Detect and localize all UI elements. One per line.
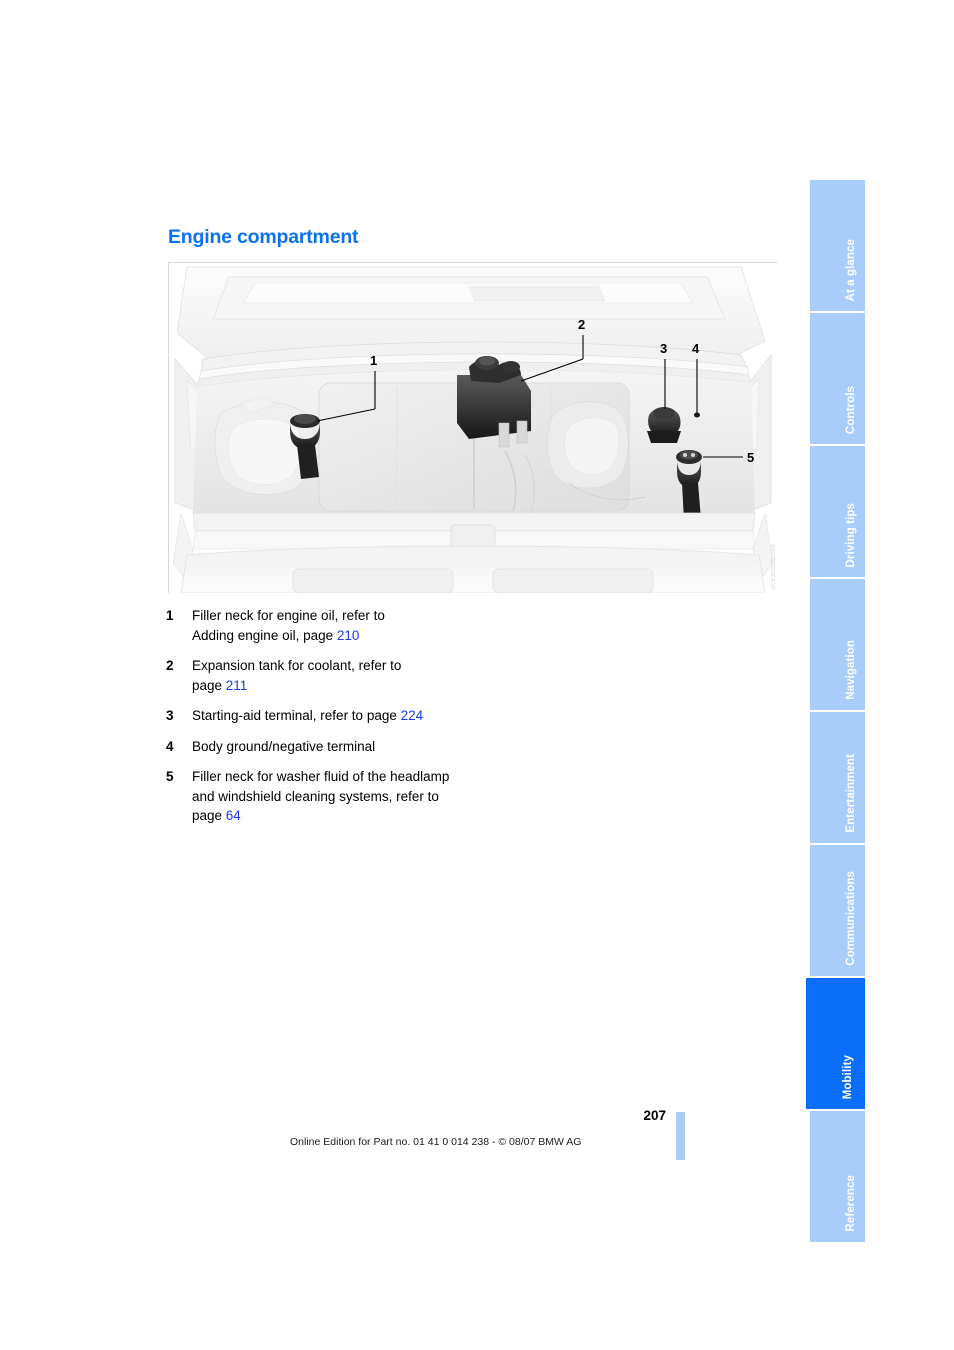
engine-compartment-illustration: BMW 1 2 3 4 5 9VC3C50DFA10 <box>168 262 777 593</box>
legend-text-body: Body ground/negative terminal <box>192 738 376 754</box>
tab-communications[interactable]: Communications <box>810 845 865 978</box>
page-number: 207 <box>643 1108 666 1123</box>
legend-text: Filler neck for engine oil, refer to Add… <box>192 606 385 645</box>
tab-at-a-glance[interactable]: At a glance <box>810 180 865 313</box>
legend-number: 2 <box>166 658 174 673</box>
page-reference-link[interactable]: 210 <box>337 628 360 643</box>
callout-4: 4 <box>692 341 700 356</box>
body-ground-terminal-part <box>694 412 700 418</box>
tab-label: Navigation <box>845 640 857 700</box>
legend-text: Expansion tank for coolant, refer to pag… <box>192 656 401 695</box>
tab-label: At a glance <box>845 238 857 301</box>
tab-label: Reference <box>845 1175 857 1232</box>
tab-driving-tips[interactable]: Driving tips <box>810 446 865 579</box>
callout-5: 5 <box>747 450 754 465</box>
list-item: 1 Filler neck for engine oil, refer to A… <box>166 606 636 645</box>
tab-navigation[interactable]: Navigation <box>810 579 865 712</box>
page-reference-link[interactable]: 224 <box>401 708 424 723</box>
legend-number: 5 <box>166 769 174 784</box>
tab-label: Driving tips <box>845 502 857 567</box>
tab-mobility[interactable]: Mobility <box>806 978 865 1111</box>
page-title: Engine compartment <box>168 226 359 248</box>
tab-entertainment[interactable]: Entertainment <box>810 712 865 845</box>
list-item: 5 Filler neck for washer fluid of the he… <box>166 767 636 826</box>
footer-copyright-note: Online Edition for Part no. 01 41 0 014 … <box>290 1136 582 1148</box>
legend-text-body: Expansion tank for coolant, refer to pag… <box>192 658 402 693</box>
legend-text: Filler neck for washer fluid of the head… <box>192 767 449 826</box>
svg-text:BMW: BMW <box>431 447 467 462</box>
footer-marker-bar <box>676 1112 685 1160</box>
legend-text-body: Starting-aid terminal, refer to page <box>192 708 401 723</box>
list-item: 3 Starting-aid terminal, refer to page 2… <box>166 706 636 726</box>
legend-text: Body ground/negative terminal <box>192 737 375 757</box>
engine-compartment-drawing: BMW 1 2 3 4 5 <box>169 263 777 593</box>
legend-number: 4 <box>166 738 174 754</box>
callout-legend-list: 1 Filler neck for engine oil, refer to A… <box>166 606 636 837</box>
starting-aid-terminal-part <box>647 407 681 443</box>
tab-label: Mobility <box>842 1054 854 1099</box>
callout-1: 1 <box>370 353 377 368</box>
tab-label: Communications <box>845 871 857 966</box>
callout-3: 3 <box>660 341 667 356</box>
legend-number: 3 <box>166 708 174 723</box>
tab-label: Entertainment <box>845 754 857 833</box>
tab-label: Controls <box>845 385 857 434</box>
list-item: 4 Body ground/negative terminal <box>166 737 636 757</box>
page-reference-link[interactable]: 211 <box>226 678 248 693</box>
list-item: 2 Expansion tank for coolant, refer to p… <box>166 656 636 695</box>
chapter-tab-strip: At a glance Controls Driving tips Naviga… <box>806 180 865 1244</box>
legend-number: 1 <box>166 608 174 623</box>
illustration-watermark: 9VC3C50DFA10 <box>769 543 775 589</box>
legend-text: Starting-aid terminal, refer to page 224 <box>192 706 423 726</box>
tab-reference[interactable]: Reference <box>810 1111 865 1244</box>
tab-controls[interactable]: Controls <box>810 313 865 446</box>
page-reference-link[interactable]: 64 <box>226 808 241 823</box>
callout-2: 2 <box>578 317 585 332</box>
